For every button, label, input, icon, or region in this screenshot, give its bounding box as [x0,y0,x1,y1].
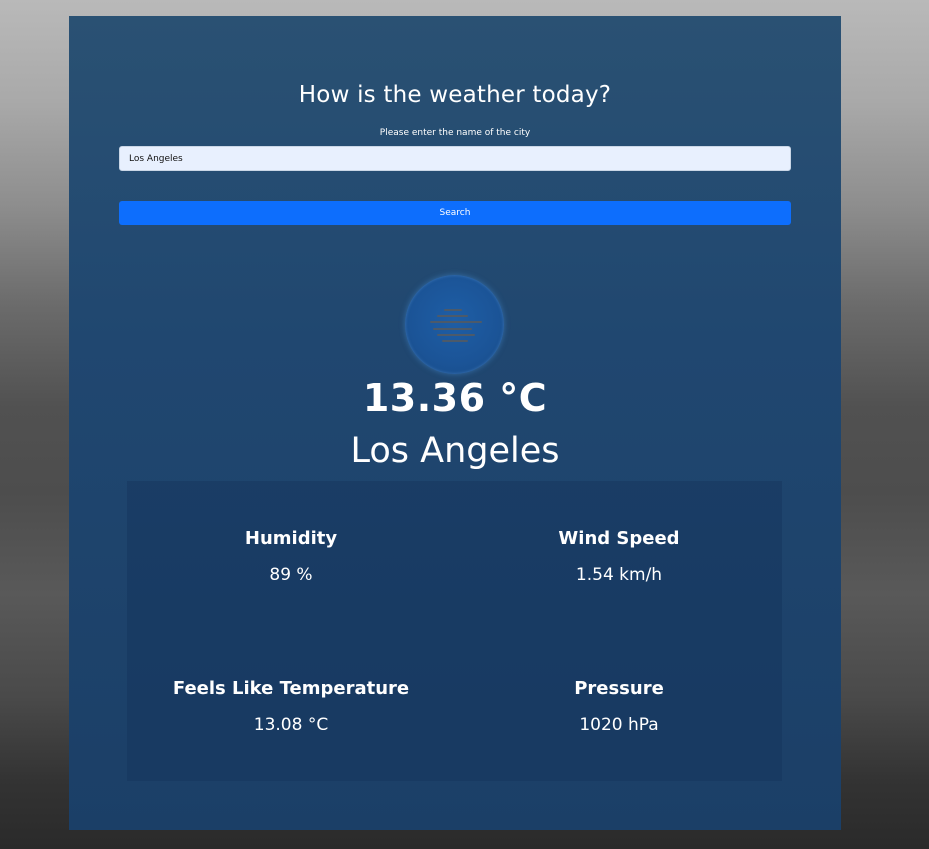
search-button[interactable]: Search [119,201,791,225]
feels-like-value: 13.08 °C [253,715,329,735]
wind-speed-detail: Wind Speed 1.54 km/h [455,528,783,585]
humidity-value: 89 % [269,565,313,585]
fog-icon [430,309,482,342]
humidity-detail: Humidity 89 % [127,528,455,585]
current-city-name: Los Angeles [350,431,560,471]
pressure-detail: Pressure 1020 hPa [455,678,783,735]
wind-speed-label: Wind Speed [558,528,680,549]
pressure-label: Pressure [574,678,664,699]
feels-like-label: Feels Like Temperature [172,678,410,699]
weather-details-panel: Humidity 89 % Wind Speed 1.54 km/h Feels… [127,481,782,781]
city-input-label: Please enter the name of the city [379,128,531,138]
wind-speed-value: 1.54 km/h [575,565,663,585]
humidity-label: Humidity [244,528,338,549]
weather-icon-badge [405,275,504,374]
feels-like-detail: Feels Like Temperature 13.08 °C [127,678,455,735]
weather-card: How is the weather today? Please enter t… [69,16,841,830]
current-temperature: 13.36 °C [362,376,548,420]
page-title: How is the weather today? [298,82,612,108]
pressure-value: 1020 hPa [579,715,659,735]
city-search-input[interactable] [119,146,791,171]
